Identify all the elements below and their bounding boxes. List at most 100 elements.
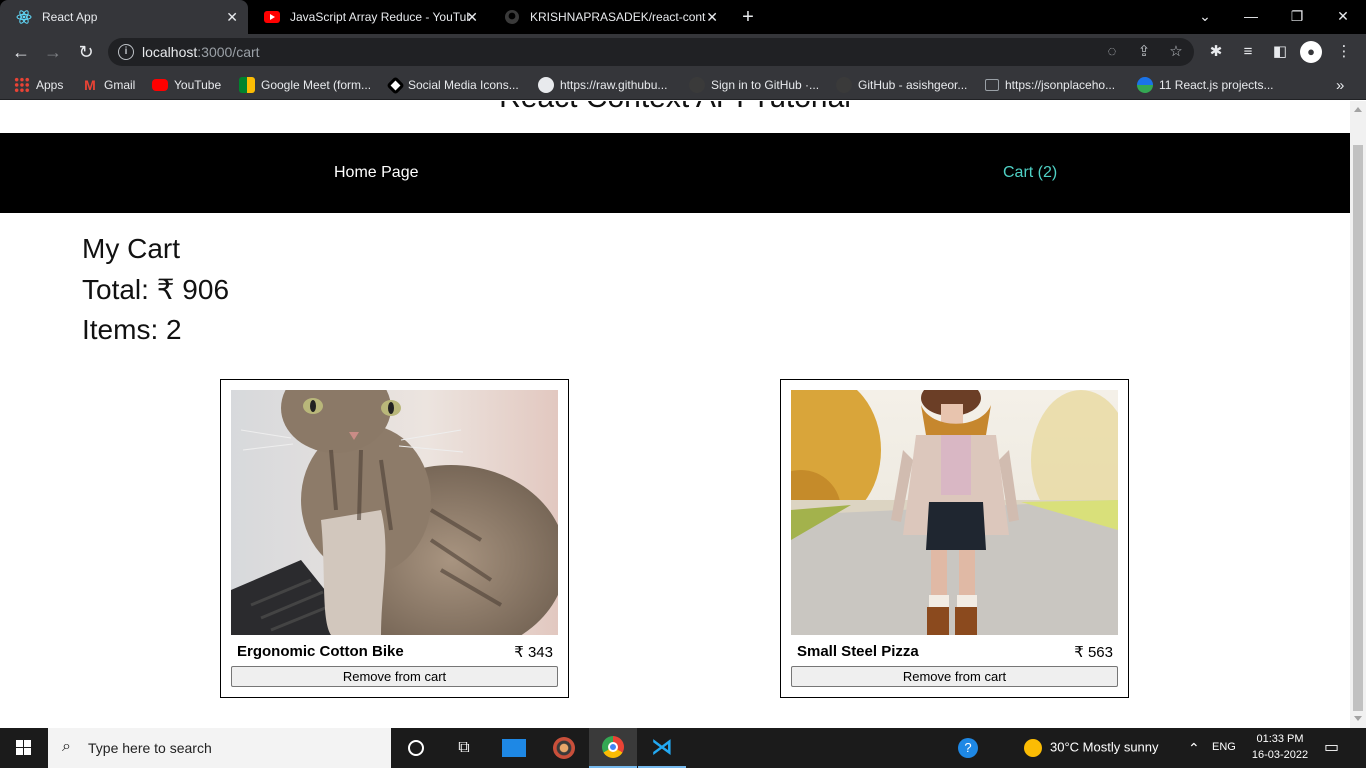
tab-github[interactable]: KRISHNAPRASADEK/react-context ✕	[488, 0, 728, 34]
taskbar-chrome-app[interactable]	[589, 728, 637, 768]
menu-kebab-icon[interactable]: ⋮	[1334, 42, 1354, 62]
bookmark-react-projects[interactable]: 11 React.js projects...	[1137, 76, 1274, 94]
mail-icon	[502, 739, 526, 757]
bookmark-youtube[interactable]: YouTube	[152, 76, 221, 94]
task-view-icon: ⧉	[458, 739, 470, 756]
react-icon	[16, 9, 32, 25]
back-arrow-icon[interactable]: ←	[8, 39, 34, 65]
chrome-icon	[602, 736, 624, 758]
tab-title: KRISHNAPRASADEK/react-context	[530, 10, 706, 24]
vscode-icon: ⋊	[651, 734, 673, 759]
taskbar-media-app[interactable]	[540, 728, 588, 768]
bookmark-gmail[interactable]: M Gmail	[82, 76, 135, 94]
bookmark-star-icon[interactable]: ☆	[1166, 42, 1186, 62]
close-tab-icon[interactable]: ✕	[226, 9, 238, 26]
page-scrollbar[interactable]	[1350, 101, 1366, 728]
page-viewport: React Context API Tutorial Home Page Car…	[0, 101, 1350, 728]
eye-off-icon[interactable]: ◌	[1102, 42, 1122, 62]
tab-title: React App	[42, 10, 98, 24]
help-tray-button[interactable]: ?	[944, 728, 992, 768]
cortana-button[interactable]	[392, 728, 440, 768]
gmail-icon: M	[84, 77, 96, 93]
product-price: ₹ 343	[514, 644, 553, 661]
minimize-button[interactable]: —	[1228, 0, 1274, 34]
scroll-up-arrow-icon[interactable]	[1354, 107, 1362, 112]
product-image-cat	[231, 390, 558, 635]
bookmarks-overflow-chevron-icon[interactable]: »	[1336, 76, 1344, 94]
show-hidden-icons-chevron-icon[interactable]: ⌃	[1188, 740, 1200, 757]
scrollbar-thumb[interactable]	[1353, 145, 1363, 711]
reload-icon[interactable]: ↻	[73, 39, 99, 65]
url-text[interactable]: localhost:3000/cart	[142, 44, 260, 60]
bookmarks-bar: Apps M Gmail YouTube Google Meet (form..…	[0, 70, 1366, 100]
restore-button[interactable]: ❐	[1274, 0, 1320, 34]
cart-heading: My Cart	[82, 233, 180, 264]
cart-items-count: Items: 2	[82, 314, 182, 345]
bookmark-sign-in-github[interactable]: Sign in to GitHub ·...	[689, 76, 819, 94]
help-icon: ?	[958, 738, 978, 758]
google-meet-icon	[239, 77, 255, 93]
search-placeholder: Type here to search	[88, 740, 212, 756]
browser-tab-bar: React App ✕ JavaScript Array Reduce - Yo…	[0, 0, 1366, 34]
windows-taskbar: ⌕ Type here to search ⧉ ⋊ ? 30°C Mostly …	[0, 728, 1366, 768]
clock-time: 01:33 PM	[1256, 733, 1304, 745]
taskbar-vscode-app[interactable]: ⋊	[638, 728, 686, 768]
bookmark-jsonplaceholder[interactable]: https://jsonplaceho...	[985, 76, 1115, 94]
clock-date: 16-03-2022	[1251, 749, 1309, 761]
weather-widget[interactable]: 30°C Mostly sunny	[1024, 739, 1159, 757]
profile-avatar-icon[interactable]: ●	[1300, 41, 1322, 63]
extensions-puzzle-icon[interactable]: ✱	[1206, 42, 1226, 62]
taskbar-mail-app[interactable]	[490, 728, 538, 768]
close-tab-icon[interactable]: ✕	[466, 9, 478, 26]
youtube-icon	[152, 79, 168, 91]
bookmark-raw-github[interactable]: https://raw.githubu...	[538, 76, 667, 94]
taskbar-search-box[interactable]: ⌕ Type here to search	[48, 728, 391, 768]
jsonplaceholder-icon	[985, 79, 999, 91]
forward-arrow-icon[interactable]: →	[40, 39, 66, 65]
new-tab-button[interactable]: +	[738, 6, 758, 28]
tab-youtube[interactable]: JavaScript Array Reduce - YouTube ✕	[248, 0, 488, 34]
github-icon	[836, 77, 852, 93]
windows-logo-icon	[16, 740, 31, 755]
nav-link-cart[interactable]: Cart (2)	[1003, 164, 1057, 182]
remove-from-cart-button[interactable]: Remove from cart	[231, 666, 558, 687]
notifications-icon[interactable]: ▭	[1324, 737, 1339, 757]
cart-item-card: Ergonomic Cotton Bike ₹ 343 Remove from …	[220, 379, 569, 698]
cortana-circle-icon	[408, 740, 424, 756]
side-panel-icon[interactable]: ◧	[1270, 42, 1290, 62]
graduation-cap-icon	[1137, 77, 1153, 93]
github-icon	[689, 77, 705, 93]
language-indicator[interactable]: ENG	[1212, 741, 1236, 753]
cart-total: Total: ₹ 906	[82, 274, 230, 305]
close-window-button[interactable]: ✕	[1320, 0, 1366, 34]
site-title: React Context API Tutorial	[0, 101, 1350, 115]
task-view-button[interactable]: ⧉	[440, 728, 488, 768]
github-raw-icon	[538, 77, 554, 93]
tab-search-chevron-icon[interactable]: ⌄	[1182, 0, 1228, 34]
scroll-down-arrow-icon[interactable]	[1354, 716, 1362, 721]
media-queue-icon[interactable]: ≡	[1238, 42, 1258, 62]
share-icon[interactable]: ⇪	[1134, 42, 1154, 62]
tab-react-app[interactable]: React App ✕	[0, 0, 248, 34]
windows-start-button[interactable]	[0, 728, 48, 768]
product-name: Small Steel Pizza	[797, 643, 919, 660]
product-price: ₹ 563	[1074, 644, 1113, 661]
bookmark-github-asishgeorge[interactable]: GitHub - asishgeor...	[836, 76, 967, 94]
tab-title: JavaScript Array Reduce - YouTube	[290, 10, 470, 24]
bookmark-apps[interactable]: Apps	[14, 76, 63, 94]
bookmark-social-media-icons[interactable]: Social Media Icons...	[386, 75, 519, 95]
site-info-icon[interactable]: i	[118, 44, 134, 60]
cart-item-card: Small Steel Pizza ₹ 563 Remove from cart	[780, 379, 1129, 698]
system-clock[interactable]: 01:33 PM 16-03-2022	[1244, 731, 1316, 763]
product-name: Ergonomic Cotton Bike	[237, 643, 404, 660]
navbar: Home Page Cart (2)	[0, 133, 1350, 213]
browser-toolbar: ← → ↻ i localhost:3000/cart ◌ ⇪ ☆ ✱ ≡ ◧ …	[0, 34, 1366, 70]
bookmark-google-meet[interactable]: Google Meet (form...	[239, 76, 371, 94]
close-tab-icon[interactable]: ✕	[706, 9, 718, 26]
apps-grid-icon	[14, 77, 30, 93]
remove-from-cart-button[interactable]: Remove from cart	[791, 666, 1118, 687]
youtube-icon	[264, 9, 280, 25]
address-bar[interactable]: i localhost:3000/cart ◌ ⇪ ☆	[108, 38, 1194, 66]
media-player-icon	[553, 737, 575, 759]
nav-link-home[interactable]: Home Page	[334, 164, 419, 182]
